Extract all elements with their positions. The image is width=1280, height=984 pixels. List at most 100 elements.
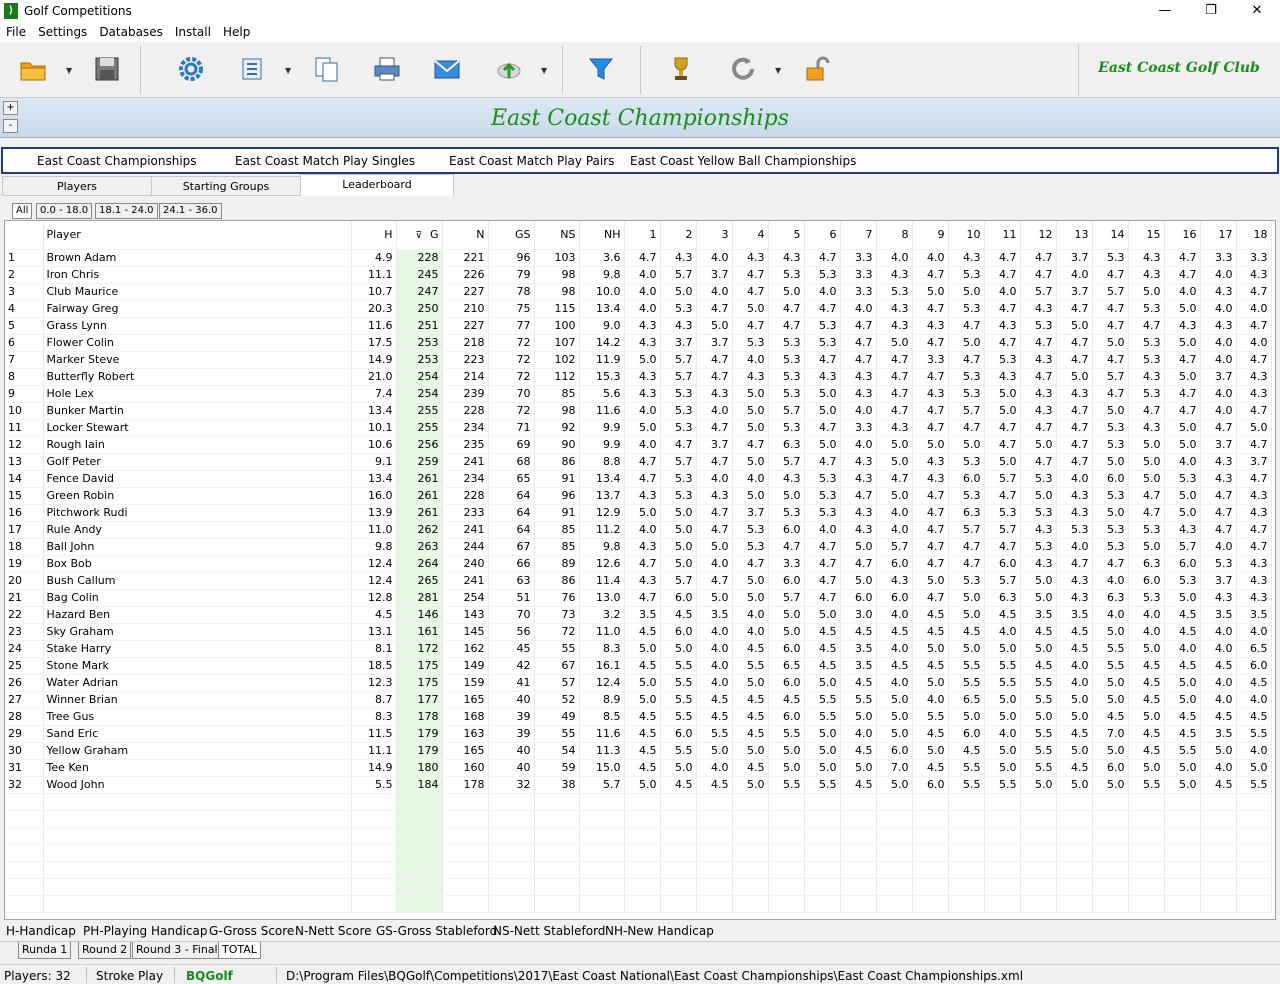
column-header[interactable]: 10	[948, 221, 985, 250]
close-button[interactable]: ✕	[1234, 0, 1280, 22]
competition-tab[interactable]: East Coast Championships	[37, 154, 197, 168]
column-header[interactable]: 3	[696, 221, 733, 250]
table-row[interactable]: 23 Sky Graham 13.1 161 145 56 72 11.0 4.5 6.0 4.0 4…	[5, 623, 1272, 641]
tab-handicap-range[interactable]: 0.0 - 18.0	[36, 203, 93, 219]
copy-icon[interactable]	[312, 54, 342, 84]
table-row[interactable]: 27 Winner Brian 8.7 177 165 40 52 8.9 5.0 5.5 4.5 4…	[5, 691, 1272, 709]
table-row[interactable]: 13 Golf Peter 9.1 259 241 68 86 8.8 4.7 5.7 4.7 5.0…	[5, 453, 1272, 471]
refresh-icon[interactable]	[728, 54, 758, 84]
table-row[interactable]: 20 Bush Callum 12.4 265 241 63 86 11.4 4.3 5.7 4.7…	[5, 572, 1272, 590]
tab-handicap-all[interactable]: All	[12, 203, 33, 219]
column-header[interactable]: 14	[1092, 221, 1129, 250]
tab-total[interactable]: TOTAL	[218, 942, 261, 959]
table-row[interactable]: 16 Pitchwork Rudi 13.9 261 233 64 91 12.9 5.0 5.0…	[5, 504, 1272, 522]
table-row[interactable]: 31 Tee Ken 14.9 180 160 40 59 15.0 4.5 5.0 4.0 4.5 5…	[5, 759, 1272, 777]
table-row[interactable]: 26 Water Adrian 12.3 175 159 41 57 12.4 5.0 5.5 4.…	[5, 674, 1272, 692]
table-row[interactable]: 9 Hole Lex 7.4 254 239 70 85 5.6 4.3 5.3 4.3 5.0 5.3…	[5, 385, 1272, 403]
column-header[interactable]: 1	[624, 221, 661, 250]
table-row[interactable]: 28 Tree Gus 8.3 178 168 39 49 8.5 4.5 5.5 4.5 4.5 6.…	[5, 708, 1272, 726]
column-header[interactable]: H	[351, 221, 397, 250]
menu-help[interactable]: Help	[217, 22, 256, 39]
table-row[interactable]: 14 Fence David 13.4 261 234 65 91 13.4 4.7 5.3 4.0…	[5, 470, 1272, 488]
table-row[interactable]: 30 Yellow Graham 11.1 179 165 40 54 11.3 4.5 5.5 5…	[5, 742, 1272, 760]
column-header[interactable]: 7	[840, 221, 877, 250]
table-row[interactable]: 24 Stake Harry 8.1 172 162 45 55 8.3 5.0 5.0 4.0 4.…	[5, 640, 1272, 658]
table-row[interactable]: 25 Stone Mark 18.5 175 149 42 67 16.1 4.5 5.5 4.0 5…	[5, 657, 1272, 675]
leaderboard-grid[interactable]: Player H ⊽ G N GS NS NH 1 2 3 4 5 6 7 8 9 10 11 12 13 14 15 16 1…	[4, 220, 1276, 920]
open-folder-icon[interactable]	[18, 54, 48, 84]
competition-tab[interactable]: East Coast Match Play Singles	[235, 154, 415, 168]
column-header[interactable]: Player	[43, 221, 352, 250]
tab-handicap-range[interactable]: 24.1 - 36.0	[159, 203, 222, 219]
column-header[interactable]: ⊽ G	[396, 221, 443, 250]
column-header[interactable]: 15	[1128, 221, 1165, 250]
upload-dropdown-icon[interactable]: ▼	[541, 66, 549, 75]
column-header[interactable]: 4	[732, 221, 769, 250]
unlock-icon[interactable]	[802, 54, 832, 84]
table-row[interactable]: 11 Locker Stewart 10.1 255 234 71 92 9.9 5.0 5.3 4…	[5, 419, 1272, 437]
table-row[interactable]: 15 Green Robin 16.0 261 228 64 96 13.7 4.3 5.3 4.3…	[5, 487, 1272, 505]
column-header[interactable]: 12	[1020, 221, 1057, 250]
table-row[interactable]: 2 Iron Chris 11.1 245 226 79 98 9.8 4.0 5.7 3.7 4.7…	[5, 266, 1272, 284]
column-header[interactable]: 16	[1164, 221, 1201, 250]
table-row[interactable]: 19 Box Bob 12.4 264 240 66 89 12.6 4.7 5.0 4.0 4.7 3…	[5, 555, 1272, 573]
menu-databases[interactable]: Databases	[93, 22, 169, 39]
column-header[interactable]: 18	[1236, 221, 1272, 250]
column-header[interactable]	[5, 221, 44, 250]
table-row[interactable]: 17 Rule Andy 11.0 262 241 64 85 11.2 4.0 5.0 4.7 5.…	[5, 521, 1272, 539]
column-header[interactable]: NH	[579, 221, 625, 250]
table-row[interactable]: 18 Ball John 9.8 263 244 67 85 9.8 4.3 5.0 5.0 5.3 4…	[5, 538, 1272, 556]
column-header[interactable]: 6	[804, 221, 841, 250]
column-header[interactable]: NS	[534, 221, 580, 250]
print-icon[interactable]	[372, 54, 402, 84]
column-header[interactable]: 2	[660, 221, 697, 250]
column-header[interactable]: N	[442, 221, 489, 250]
column-header[interactable]: 8	[876, 221, 913, 250]
column-header[interactable]: 9	[912, 221, 949, 250]
tab-round-1[interactable]: Runda 1	[18, 942, 72, 959]
table-row[interactable]: 21 Bag Colin 12.8 281 254 51 76 13.0 4.7 6.0 5.0 5.…	[5, 589, 1272, 607]
menu-settings[interactable]: Settings	[32, 22, 93, 39]
column-header[interactable]: 11	[984, 221, 1021, 250]
table-row[interactable]: 22 Hazard Ben 4.5 146 143 70 73 3.2 3.5 4.5 3.5 4.0…	[5, 606, 1272, 624]
restore-button[interactable]: ❐	[1188, 0, 1234, 22]
filter-icon[interactable]	[586, 54, 616, 84]
trophy-icon[interactable]	[666, 54, 696, 84]
open-dropdown-icon[interactable]: ▼	[66, 66, 74, 75]
scorecard-dropdown-icon[interactable]: ▼	[285, 66, 293, 75]
email-icon[interactable]	[432, 54, 462, 84]
save-icon[interactable]	[92, 54, 122, 84]
column-header[interactable]: 17	[1200, 221, 1237, 250]
tab-players[interactable]: Players	[2, 176, 152, 196]
column-header[interactable]: 5	[768, 221, 805, 250]
refresh-dropdown-icon[interactable]: ▼	[775, 66, 783, 75]
table-row[interactable]: 4 Fairway Greg 20.3 250 210 75 115 13.4 4.0 5.3 4.…	[5, 300, 1272, 318]
view-tabs: Players Starting Groups Leaderboard	[0, 174, 1280, 196]
menu-file[interactable]: File	[0, 22, 32, 39]
tab-starting-groups[interactable]: Starting Groups	[151, 176, 301, 196]
table-row[interactable]: 7 Marker Steve 14.9 253 223 72 102 11.9 5.0 5.7 4.…	[5, 351, 1272, 369]
table-row[interactable]: 6 Flower Colin 17.5 253 218 72 107 14.2 4.3 3.7 3.…	[5, 334, 1272, 352]
table-row[interactable]: 29 Sand Eric 11.5 179 163 39 55 11.6 4.5 6.0 5.5 4.…	[5, 725, 1272, 743]
table-row[interactable]: 3 Club Maurice 10.7 247 227 78 98 10.0 4.0 5.0 4.0…	[5, 283, 1272, 301]
tab-handicap-range[interactable]: 18.1 - 24.0	[95, 203, 158, 219]
table-cell: 5.3	[804, 266, 841, 284]
table-row[interactable]: 12 Rough Iain 10.6 256 235 69 90 9.9 4.0 4.7 3.7 4.…	[5, 436, 1272, 454]
tab-round-2[interactable]: Round 2	[78, 942, 132, 959]
tab-round-3[interactable]: Round 3 - Final	[132, 942, 222, 959]
competition-tab[interactable]: East Coast Yellow Ball Championships	[630, 154, 856, 168]
settings-gear-icon[interactable]	[176, 54, 206, 84]
scorecard-icon[interactable]	[238, 54, 268, 84]
table-row[interactable]: 5 Grass Lynn 11.6 251 227 77 100 9.0 4.3 4.3 5.0 4.…	[5, 317, 1272, 335]
table-row[interactable]: 10 Bunker Martin 13.4 255 228 72 98 11.6 4.0 5.3 4…	[5, 402, 1272, 420]
table-row[interactable]: 32 Wood John 5.5 184 178 32 38 5.7 5.0 4.5 4.5 5.0 5…	[5, 776, 1272, 794]
column-header[interactable]: 13	[1056, 221, 1093, 250]
table-row[interactable]: 8 Butterfly Robert 21.0 254 214 72 112 15.3 4.3 5…	[5, 368, 1272, 386]
tab-leaderboard[interactable]: Leaderboard	[300, 174, 454, 196]
column-header[interactable]: GS	[488, 221, 535, 250]
competition-tab[interactable]: East Coast Match Play Pairs	[449, 154, 614, 168]
table-row[interactable]: 1 Brown Adam 4.9 228 221 96 103 3.6 4.7 4.3 4.0 4.3…	[5, 249, 1272, 267]
menu-install[interactable]: Install	[169, 22, 217, 39]
upload-cloud-icon[interactable]	[494, 54, 524, 84]
minimize-button[interactable]: —	[1142, 0, 1188, 22]
